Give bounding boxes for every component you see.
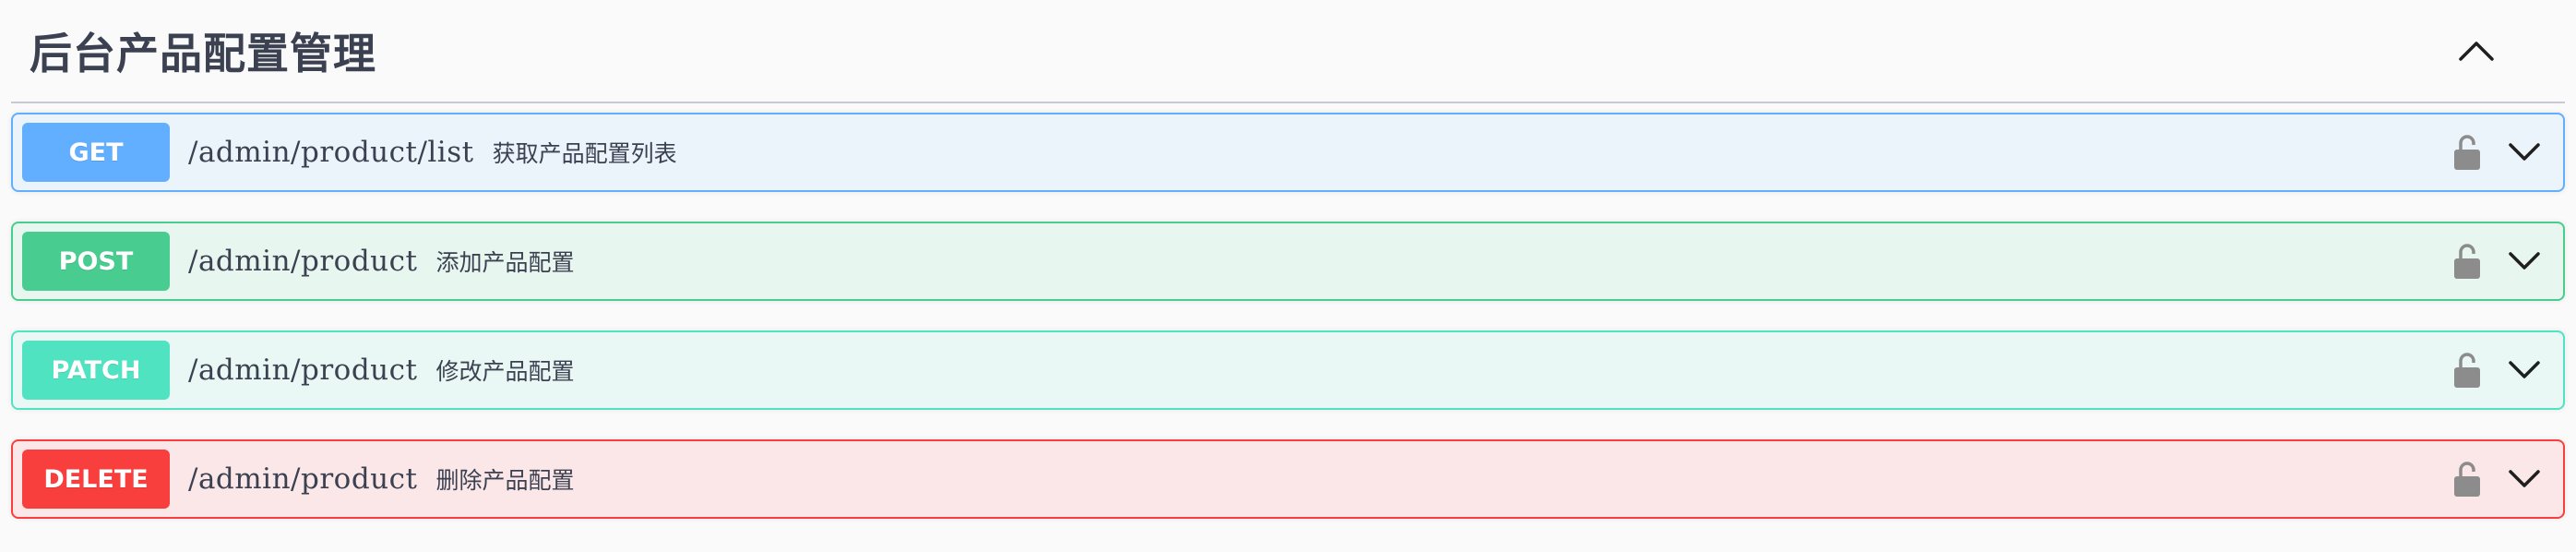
operation-patch-product[interactable]: PATCH /admin/product 修改产品配置 — [11, 330, 2565, 410]
chevron-down-icon — [2509, 361, 2540, 378]
authorize-button[interactable] — [2449, 457, 2486, 501]
operation-controls — [2449, 457, 2545, 501]
unlocked-padlock-icon — [2454, 244, 2480, 279]
chevron-down-icon — [2509, 252, 2540, 270]
operation-summary: 删除产品配置 — [435, 467, 575, 494]
swagger-page: 后台产品配置管理 GET /admin/product/list 获取产品配置列… — [0, 0, 2576, 552]
method-badge: PATCH — [22, 341, 170, 400]
operation-path[interactable]: /admin/product/list — [188, 136, 474, 169]
operations-list: GET /admin/product/list 获取产品配置列表 POST /a… — [0, 103, 2576, 519]
chevron-up-icon — [2459, 42, 2494, 61]
expand-operation-button[interactable] — [2504, 132, 2545, 173]
unlocked-padlock-icon — [2454, 462, 2480, 497]
section-header[interactable]: 后台产品配置管理 — [11, 0, 2565, 103]
operation-summary: 添加产品配置 — [435, 249, 575, 276]
chevron-down-icon — [2509, 470, 2540, 487]
authorize-button[interactable] — [2449, 348, 2486, 392]
operation-post-product[interactable]: POST /admin/product 添加产品配置 — [11, 222, 2565, 301]
chevron-down-icon — [2509, 143, 2540, 161]
operation-get-product-list[interactable]: GET /admin/product/list 获取产品配置列表 — [11, 113, 2565, 192]
operation-summary: 获取产品配置列表 — [492, 140, 677, 167]
operation-path[interactable]: /admin/product — [188, 245, 417, 278]
authorize-button[interactable] — [2449, 130, 2486, 174]
authorize-button[interactable] — [2449, 239, 2486, 283]
unlocked-padlock-icon — [2454, 353, 2480, 388]
unlocked-padlock-icon — [2454, 135, 2480, 170]
operation-controls — [2449, 130, 2545, 174]
method-badge: GET — [22, 123, 170, 182]
expand-operation-button[interactable] — [2504, 350, 2545, 390]
operation-summary: 修改产品配置 — [435, 358, 575, 385]
expand-operation-button[interactable] — [2504, 241, 2545, 282]
method-badge: DELETE — [22, 450, 170, 509]
operation-path[interactable]: /admin/product — [188, 462, 417, 496]
expand-operation-button[interactable] — [2504, 459, 2545, 499]
collapse-section-button[interactable] — [2439, 14, 2513, 88]
operation-delete-product[interactable]: DELETE /admin/product 删除产品配置 — [11, 439, 2565, 519]
section-title[interactable]: 后台产品配置管理 — [11, 20, 376, 81]
operation-controls — [2449, 239, 2545, 283]
operation-controls — [2449, 348, 2545, 392]
method-badge: POST — [22, 232, 170, 291]
operation-path[interactable]: /admin/product — [188, 354, 417, 387]
